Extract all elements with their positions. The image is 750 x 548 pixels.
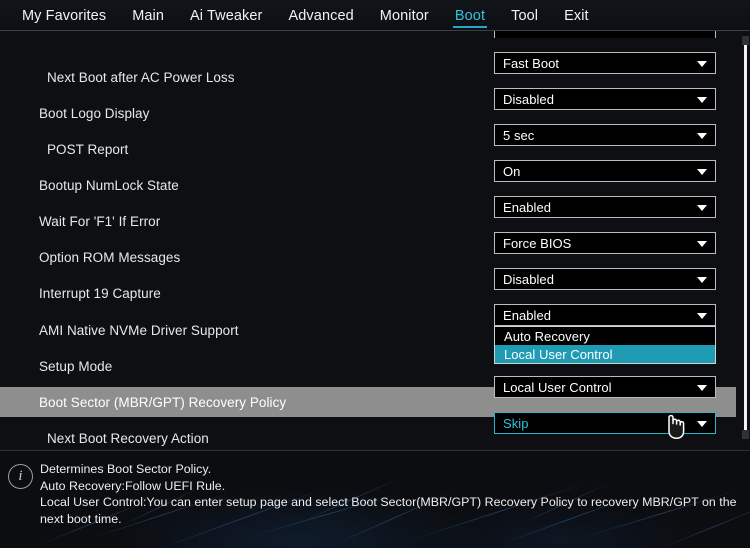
dropdown-value: Local User Control xyxy=(503,379,612,395)
scrollbar-up-button[interactable] xyxy=(742,36,749,45)
menu-tab-my-favorites[interactable]: My Favorites xyxy=(0,0,119,31)
chevron-down-icon[interactable] xyxy=(697,133,707,139)
help-line-3: Local User Control:You can enter setup p… xyxy=(40,495,737,526)
dropdown-interrupt-19-capture[interactable]: Disabled xyxy=(494,268,716,290)
menu-tab-monitor[interactable]: Monitor xyxy=(367,0,442,31)
dropdown-post-report[interactable]: 5 sec xyxy=(494,124,716,146)
dropdown-option-list[interactable]: Auto Recovery Local User Control xyxy=(494,326,716,364)
info-icon: i xyxy=(8,464,33,489)
dropdown-option[interactable]: Auto Recovery xyxy=(495,327,715,345)
setting-label: Boot Logo Display xyxy=(39,105,150,121)
chevron-down-icon[interactable] xyxy=(697,421,707,427)
dropdown-value: Force BIOS xyxy=(503,235,572,251)
chevron-down-icon[interactable] xyxy=(697,205,707,211)
dropdown-value: On xyxy=(503,163,521,179)
menu-tab-boot[interactable]: Boot xyxy=(442,0,498,31)
dropdown-option-rom-messages[interactable]: Force BIOS xyxy=(494,232,716,254)
dropdown-value: Disabled xyxy=(503,271,554,287)
main-menu-bar: My Favorites Main Ai Tweaker Advanced Monito… xyxy=(0,0,750,31)
chevron-down-icon[interactable] xyxy=(697,385,707,391)
menu-tab-main[interactable]: Main xyxy=(119,0,177,31)
chevron-down-icon[interactable] xyxy=(697,169,707,175)
dropdown-value: Enabled xyxy=(503,307,552,323)
help-bar: i Determines Boot Sector Policy. Auto Re… xyxy=(0,450,750,548)
chevron-down-icon[interactable] xyxy=(697,241,707,247)
settings-panel: Next Boot after AC Power Loss Fast Boot Bo… xyxy=(0,31,750,450)
setting-label: Wait For 'F1' If Error xyxy=(39,213,161,229)
dropdown-next-boot-after-ac-power-loss[interactable]: Fast Boot xyxy=(494,52,716,74)
menu-tab-label: Main xyxy=(132,7,165,24)
dropdown-value: Skip xyxy=(503,415,529,431)
dropdown-boot-logo-display[interactable]: Disabled xyxy=(494,88,716,110)
menu-tab-label: Boot xyxy=(454,7,486,24)
menu-tab-label: Monitor xyxy=(379,7,429,24)
menu-tab-tool[interactable]: Tool xyxy=(498,0,551,31)
setting-label: Interrupt 19 Capture xyxy=(39,285,161,301)
chevron-down-icon[interactable] xyxy=(697,61,707,67)
setting-label: Next Boot after AC Power Loss xyxy=(47,69,235,85)
help-line-1: Determines Boot Sector Policy. xyxy=(40,462,212,476)
menu-tab-ai-tweaker[interactable]: Ai Tweaker xyxy=(177,0,275,31)
dropdown-bootup-numlock-state[interactable]: On xyxy=(494,160,716,182)
chevron-down-icon[interactable] xyxy=(697,277,707,283)
menu-tab-label: Tool xyxy=(511,7,539,24)
menu-tab-label: Advanced xyxy=(288,7,354,24)
setting-label: POST Report xyxy=(47,141,129,157)
setting-label: Option ROM Messages xyxy=(39,249,181,265)
scrollbar-thumb[interactable] xyxy=(744,45,747,430)
setting-label: Setup Mode xyxy=(39,358,113,374)
menu-tab-label: My Favorites xyxy=(22,7,107,24)
chevron-down-icon[interactable] xyxy=(697,97,707,103)
menu-tab-advanced[interactable]: Advanced xyxy=(276,0,367,31)
menu-tab-exit[interactable]: Exit xyxy=(551,0,602,31)
help-text: Determines Boot Sector Policy. Auto Reco… xyxy=(40,461,742,527)
dropdown-boot-sector-mbr-gpt-recovery-policy[interactable]: Local User Control xyxy=(494,376,716,398)
dropdown-option[interactable]: Local User Control xyxy=(495,345,715,363)
dropdown-next-boot-recovery-action[interactable]: Skip xyxy=(494,412,716,434)
dropdown-clipped[interactable] xyxy=(494,31,716,38)
menu-tab-label: Exit xyxy=(564,7,589,24)
setting-label: Boot Sector (MBR/GPT) Recovery Policy xyxy=(39,394,287,410)
setting-label: Bootup NumLock State xyxy=(39,177,179,193)
dropdown-value: Fast Boot xyxy=(503,55,560,71)
scrollbar-down-button[interactable] xyxy=(742,430,749,439)
dropdown-value: 5 sec xyxy=(503,127,535,143)
dropdown-value: Enabled xyxy=(503,199,552,215)
dropdown-wait-for-f1-if-error[interactable]: Enabled xyxy=(494,196,716,218)
menu-tab-label: Ai Tweaker xyxy=(190,7,263,24)
dropdown-ami-native-nvme-driver-support[interactable]: Enabled xyxy=(494,304,716,326)
help-line-2: Auto Recovery:Follow UEFI Rule. xyxy=(40,478,226,493)
setting-label: AMI Native NVMe Driver Support xyxy=(39,322,239,338)
setting-label: Next Boot Recovery Action xyxy=(47,430,209,446)
chevron-down-icon[interactable] xyxy=(697,313,707,319)
dropdown-value: Disabled xyxy=(503,91,554,107)
